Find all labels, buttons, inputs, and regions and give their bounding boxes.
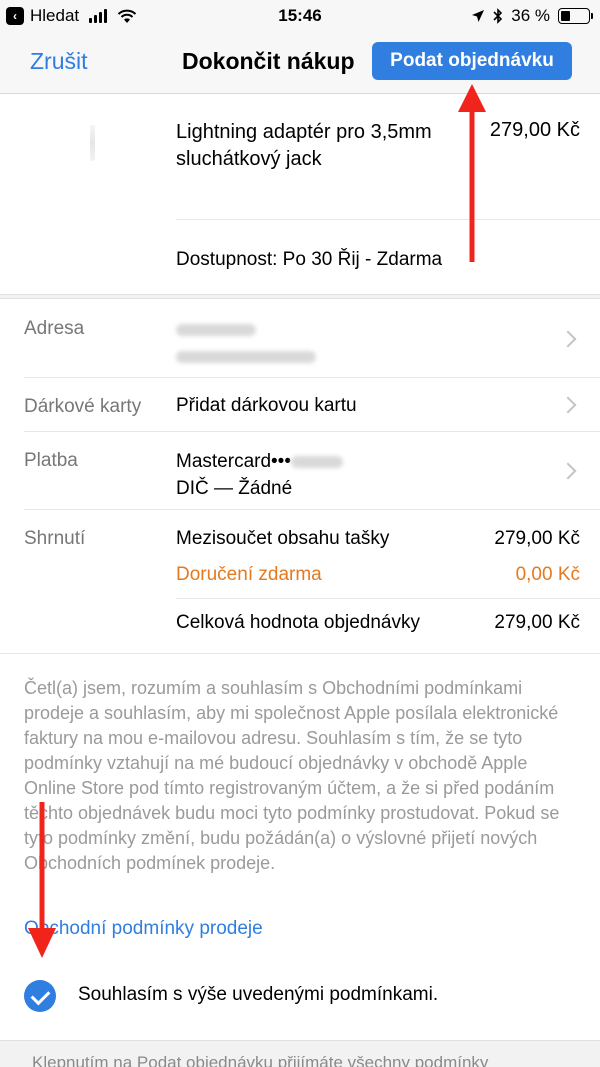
payment-card: Mastercard•••: [176, 451, 291, 472]
chevron-right-icon: [559, 330, 577, 348]
cancel-button[interactable]: Zrušit: [30, 48, 88, 75]
product-price: 279,00 Kč: [489, 119, 580, 141]
summary-label: Shrnutí: [24, 528, 86, 549]
battery-percent: 36 %: [511, 6, 550, 25]
payment-value: Mastercard••• DIČ — Žádné: [176, 448, 343, 502]
shipping-label: Doručení zdarma: [176, 564, 322, 585]
section-gap: [0, 295, 600, 299]
agree-label[interactable]: Souhlasím s výše uvedenými podmínkami.: [78, 984, 438, 1006]
shipping-line: Doručení zdarma 0,00 Kč: [176, 564, 580, 586]
subtotal-value: 279,00 Kč: [494, 528, 580, 549]
legal-section: Četl(a) jsem, rozumím a souhlasím s Obch…: [0, 654, 600, 1040]
chevron-right-icon: [559, 462, 577, 480]
submit-order-button[interactable]: Podat objednávku: [372, 42, 572, 80]
divider: [176, 219, 600, 220]
address-label: Adresa: [24, 318, 85, 339]
total-label: Celková hodnota objednávky: [176, 612, 421, 633]
page-title: Dokončit nákup: [182, 48, 355, 74]
divider: [176, 598, 600, 599]
navigation-bar: Zrušit Dokončit nákup Podat objednávku: [0, 32, 600, 94]
annotation-arrow-up-icon: [458, 84, 486, 262]
subtotal-label: Mezisoučet obsahu tašky: [176, 528, 390, 549]
gift-cards-label: Dárkové karty: [24, 396, 142, 417]
product-section: Lightning adaptér pro 3,5mm sluchátkový …: [0, 95, 600, 295]
product-name: Lightning adaptér pro 3,5mm sluchátkový …: [176, 121, 432, 170]
footer-note: Klepnutím na Podat objednávku přijímáte …: [0, 1040, 600, 1067]
bluetooth-icon: [493, 8, 503, 24]
chevron-right-icon: [559, 396, 577, 414]
total-value: 279,00 Kč: [494, 612, 580, 633]
payment-row[interactable]: Platba Mastercard••• DIČ — Žádné: [0, 432, 600, 510]
product-image: [90, 125, 95, 161]
payment-tax-id: DIČ — Žádné: [176, 478, 293, 499]
footer-text: Klepnutím na Podat objednávku přijímáte …: [32, 1053, 489, 1067]
total-line: Celková hodnota objednávky 279,00 Kč: [176, 612, 580, 634]
summary-section: Shrnutí Mezisoučet obsahu tašky 279,00 K…: [0, 510, 600, 654]
availability-text: Dostupnost: Po 30 Řij - Zdarma: [176, 249, 443, 270]
annotation-arrow-down-icon: [28, 802, 56, 958]
add-gift-card-link[interactable]: Přidat dárkovou kartu: [176, 392, 357, 419]
agree-checkbox[interactable]: [24, 980, 56, 1012]
subtotal-line: Mezisoučet obsahu tašky 279,00 Kč: [176, 528, 580, 550]
status-bar: ‹ Hledat 15:46 36 %: [0, 0, 600, 32]
address-row[interactable]: Adresa: [0, 300, 600, 378]
terms-text: Četl(a) jsem, rozumím a souhlasím s Obch…: [24, 678, 560, 873]
gift-cards-row[interactable]: Dárkové karty Přidat dárkovou kartu: [0, 378, 600, 432]
payment-label: Platba: [24, 450, 78, 471]
battery-icon: [558, 8, 593, 24]
location-icon: [472, 10, 485, 22]
shipping-value: 0,00 Kč: [515, 564, 580, 585]
address-value-redacted: [176, 316, 316, 370]
